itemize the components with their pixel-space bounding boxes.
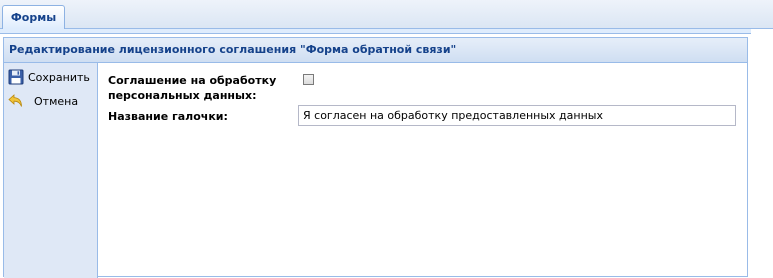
tab-forms[interactable]: Формы <box>2 5 65 29</box>
tab-strip: Формы <box>0 0 773 29</box>
save-button-label: Сохранить <box>28 70 90 84</box>
agreement-checkbox[interactable] <box>303 74 314 85</box>
checkbox-name-label: Название галочки: <box>108 110 228 123</box>
edit-agreement-panel: Редактирование лицензионного соглашения … <box>3 37 748 278</box>
save-icon <box>8 69 24 85</box>
agreement-label: Соглашение на обработку персональных дан… <box>108 73 276 103</box>
checkbox-name-input[interactable] <box>298 105 736 126</box>
action-sidebar: Сохранить Отмена <box>4 63 98 278</box>
save-button[interactable]: Сохранить <box>8 67 90 87</box>
tab-strip-divider <box>0 29 773 34</box>
cancel-button-label: Отмена <box>34 94 79 108</box>
panel-title: Редактирование лицензионного соглашения … <box>4 38 747 63</box>
right-scroll-area <box>751 29 773 273</box>
undo-arrow-icon <box>8 93 24 109</box>
agreement-form: Соглашение на обработку персональных дан… <box>98 63 747 276</box>
agreement-label-line1: Соглашение на обработку <box>108 74 277 87</box>
agreement-label-line2: персональных данных: <box>108 89 257 102</box>
cancel-button[interactable]: Отмена <box>8 91 78 111</box>
